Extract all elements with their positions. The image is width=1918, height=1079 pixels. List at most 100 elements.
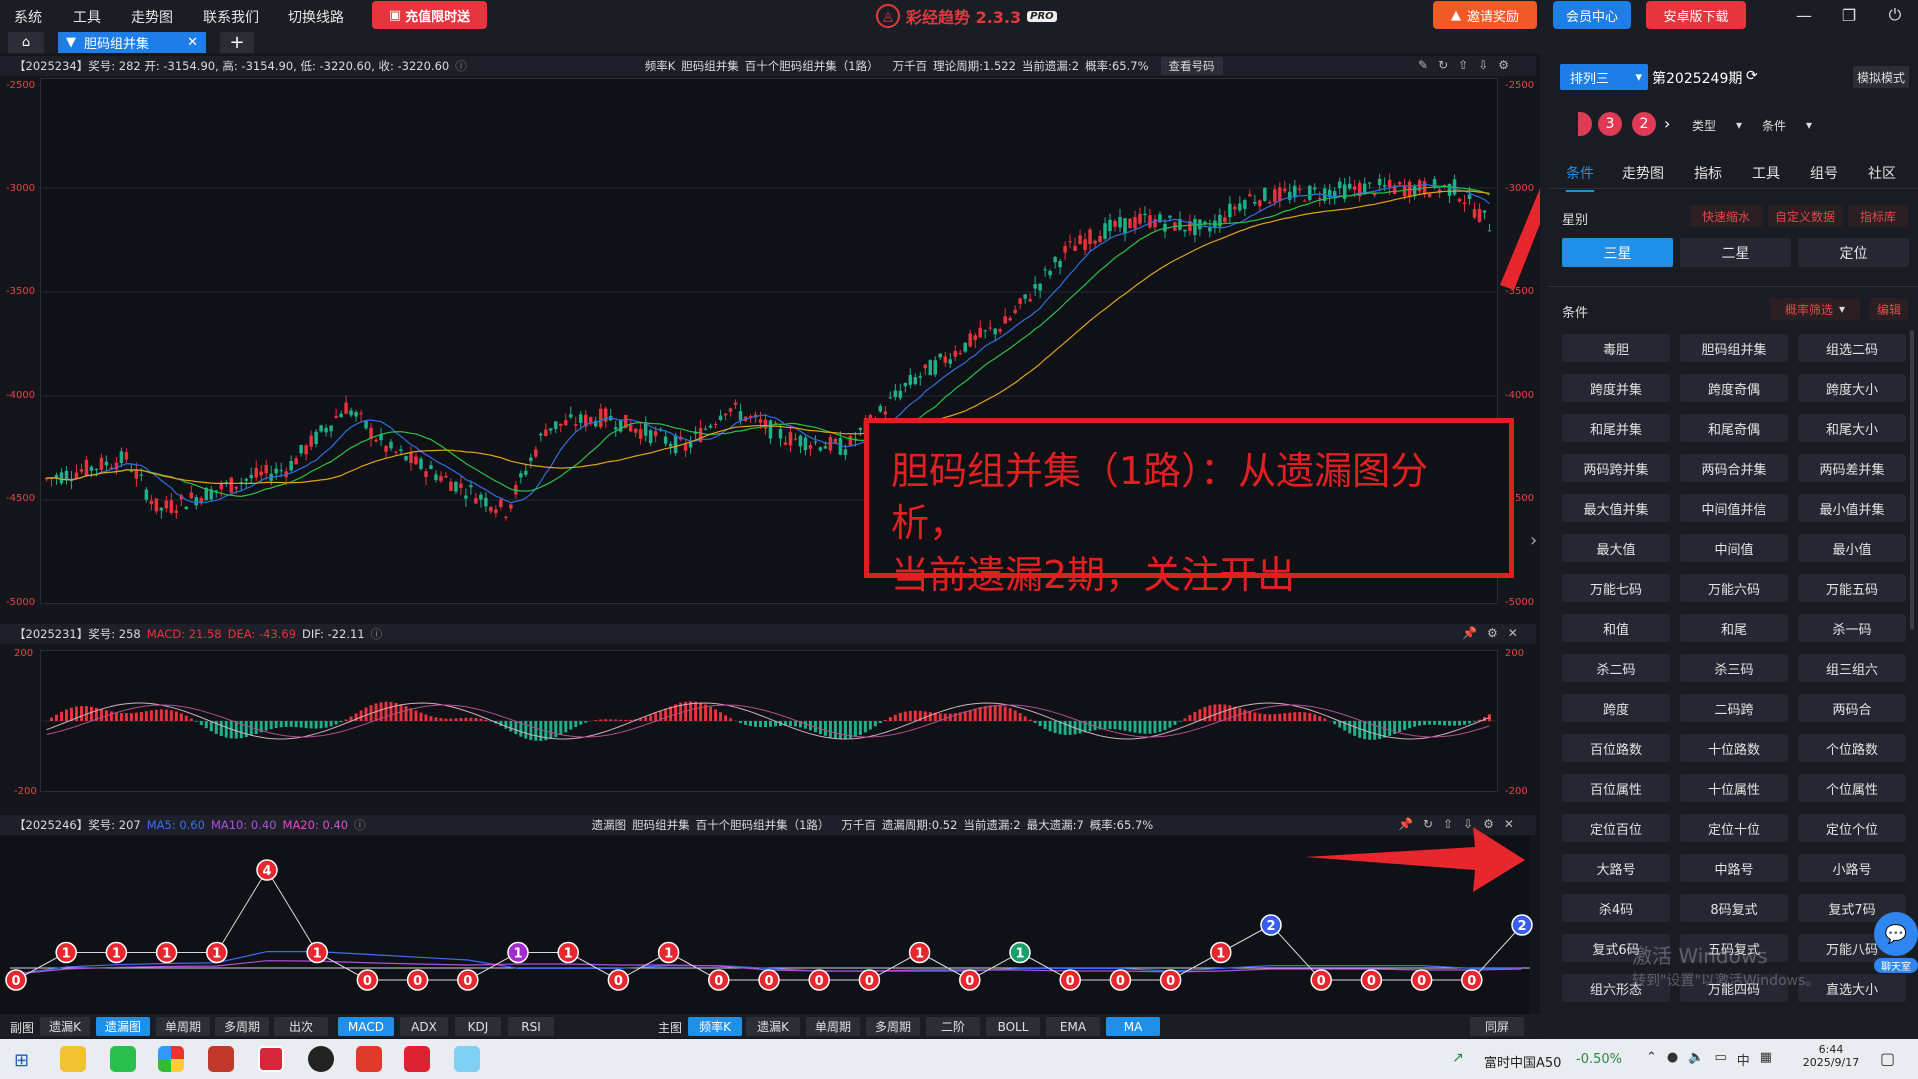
condition-button[interactable]: 跨度 bbox=[1562, 694, 1670, 722]
prob-filter-dropdown[interactable]: 概率筛选 ▾ bbox=[1770, 298, 1860, 320]
condition-button[interactable]: 杀一码 bbox=[1798, 614, 1906, 642]
condition-button[interactable]: 最小值 bbox=[1798, 534, 1906, 562]
network-icon[interactable]: ▭ bbox=[1714, 1050, 1726, 1069]
subchart-btn-0[interactable]: 遗漏K bbox=[40, 1017, 90, 1036]
condition-button[interactable]: 二码跨 bbox=[1680, 694, 1788, 722]
condition-button[interactable]: 跨度并集 bbox=[1562, 374, 1670, 402]
condition-button[interactable]: 杀三码 bbox=[1680, 654, 1788, 682]
condition-button[interactable]: 万能六码 bbox=[1680, 574, 1788, 602]
condition-button[interactable]: 最大值 bbox=[1562, 534, 1670, 562]
browser-icon[interactable] bbox=[158, 1046, 184, 1072]
sim-mode-button[interactable]: 模拟模式 bbox=[1853, 66, 1909, 88]
subchart-btn-8[interactable]: RSI bbox=[508, 1017, 554, 1036]
condition-button[interactable]: 胆码组并集 bbox=[1680, 334, 1788, 362]
qq-icon[interactable] bbox=[308, 1046, 334, 1072]
mainchart-btn-0[interactable]: 频率K bbox=[688, 1017, 742, 1036]
condition-button[interactable]: 百位属性 bbox=[1562, 774, 1670, 802]
condition-button[interactable]: 和值 bbox=[1562, 614, 1670, 642]
file-explorer-icon[interactable] bbox=[60, 1046, 86, 1072]
mainchart-btn-3[interactable]: 多周期 bbox=[866, 1017, 920, 1036]
mainchart-btn-1[interactable]: 遗漏K bbox=[746, 1017, 800, 1036]
condition-button[interactable]: 两码跨并集 bbox=[1562, 454, 1670, 482]
condition-button[interactable]: 毒胆 bbox=[1562, 334, 1670, 362]
right-tab-2[interactable]: 指标 bbox=[1694, 163, 1722, 183]
star-position-button[interactable]: 定位 bbox=[1798, 238, 1909, 267]
right-tab-5[interactable]: 社区 bbox=[1868, 163, 1896, 183]
maximize-icon[interactable]: ❐ bbox=[1830, 2, 1868, 28]
condition-button[interactable]: 定位百位 bbox=[1562, 814, 1670, 842]
wechat-tray-icon[interactable]: ● bbox=[1667, 1050, 1678, 1069]
condition-button[interactable]: 跨度奇偶 bbox=[1680, 374, 1788, 402]
subchart-btn-3[interactable]: 多周期 bbox=[215, 1017, 269, 1036]
wechat-icon[interactable] bbox=[110, 1046, 136, 1072]
condition-button[interactable]: 组三组六 bbox=[1798, 654, 1906, 682]
right-tab-3[interactable]: 工具 bbox=[1752, 163, 1780, 183]
subchart-btn-1[interactable]: 遗漏图 bbox=[96, 1017, 150, 1036]
wps-office-icon[interactable] bbox=[356, 1046, 382, 1072]
android-download-button[interactable]: 安卓版下载 bbox=[1646, 1, 1746, 29]
condition-button[interactable]: 组选二码 bbox=[1798, 334, 1906, 362]
ime-indicator[interactable]: 中 bbox=[1737, 1050, 1750, 1069]
condition-filter[interactable]: 条件 ▾ bbox=[1752, 114, 1822, 136]
chevron-up-icon[interactable]: ⌃ bbox=[1646, 1050, 1657, 1069]
condition-button[interactable]: 个位属性 bbox=[1798, 774, 1906, 802]
subchart-btn-7[interactable]: KDJ bbox=[455, 1017, 501, 1036]
indicator-lib-link[interactable]: 指标库 bbox=[1848, 205, 1908, 227]
right-tab-0[interactable]: 条件 bbox=[1566, 163, 1594, 192]
condition-button[interactable]: 和尾并集 bbox=[1562, 414, 1670, 442]
scrollbar[interactable] bbox=[1910, 330, 1914, 630]
condition-button[interactable]: 杀二码 bbox=[1562, 654, 1670, 682]
condition-button[interactable]: 两码差并集 bbox=[1798, 454, 1906, 482]
condition-button[interactable]: 和尾奇偶 bbox=[1680, 414, 1788, 442]
subchart-btn-4[interactable]: 出次 bbox=[274, 1017, 328, 1036]
app-icon[interactable] bbox=[404, 1046, 430, 1072]
quick-shrink-link[interactable]: 快速缩水 bbox=[1690, 205, 1762, 227]
subchart-btn-5[interactable]: MACD bbox=[338, 1017, 394, 1036]
condition-button[interactable]: 万能五码 bbox=[1798, 574, 1906, 602]
subchart-btn-2[interactable]: 单周期 bbox=[156, 1017, 210, 1036]
lottery-dropdown[interactable]: 排列三 ▾ bbox=[1560, 64, 1648, 90]
condition-button[interactable]: 两码合 bbox=[1798, 694, 1906, 722]
minimize-icon[interactable]: — bbox=[1785, 2, 1823, 28]
condition-button[interactable]: 百位路数 bbox=[1562, 734, 1670, 762]
right-tab-4[interactable]: 组号 bbox=[1810, 163, 1838, 183]
mainchart-btn-4[interactable]: 二阶 bbox=[926, 1017, 980, 1036]
condition-button[interactable]: 最小值并集 bbox=[1798, 494, 1906, 522]
condition-button[interactable]: 中路号 bbox=[1680, 854, 1788, 882]
same-screen-button[interactable]: 同屏 bbox=[1470, 1017, 1524, 1036]
subchart-btn-6[interactable]: ADX bbox=[400, 1017, 448, 1036]
condition-button[interactable]: 定位十位 bbox=[1680, 814, 1788, 842]
app-taskbar-icon[interactable] bbox=[258, 1046, 284, 1072]
mainchart-btn-7[interactable]: MA bbox=[1106, 1017, 1160, 1036]
power-icon[interactable]: ⏻ bbox=[1876, 2, 1914, 28]
refresh-icon[interactable]: ⟳ bbox=[1746, 68, 1758, 84]
condition-button[interactable]: 定位个位 bbox=[1798, 814, 1906, 842]
condition-button[interactable]: 杀4码 bbox=[1562, 894, 1670, 922]
stock-name[interactable]: 富时中国A50 bbox=[1484, 1052, 1561, 1071]
condition-button[interactable]: 小路号 bbox=[1798, 854, 1906, 882]
condition-button[interactable]: 十位属性 bbox=[1680, 774, 1788, 802]
condition-button[interactable]: 个位路数 bbox=[1798, 734, 1906, 762]
star-two-button[interactable]: 二星 bbox=[1680, 238, 1791, 267]
keyboard-icon[interactable]: ▦ bbox=[1760, 1050, 1772, 1069]
chevron-right-icon[interactable]: › bbox=[1664, 114, 1670, 133]
member-center-button[interactable]: 会员中心 bbox=[1553, 1, 1631, 29]
condition-button[interactable]: 和尾大小 bbox=[1798, 414, 1906, 442]
wps-icon[interactable] bbox=[208, 1046, 234, 1072]
condition-button[interactable]: 十位路数 bbox=[1680, 734, 1788, 762]
edit-link[interactable]: 编辑 bbox=[1870, 298, 1908, 320]
mainchart-btn-6[interactable]: EMA bbox=[1046, 1017, 1100, 1036]
custom-data-link[interactable]: 自定义数据 bbox=[1768, 205, 1842, 227]
condition-button[interactable]: 中间值 bbox=[1680, 534, 1788, 562]
chat-widget[interactable]: 💬 聊天室 bbox=[1874, 912, 1918, 974]
mainchart-btn-5[interactable]: BOLL bbox=[986, 1017, 1040, 1036]
windows-start-icon[interactable]: ⊞ bbox=[14, 1050, 29, 1071]
star-three-button[interactable]: 三星 bbox=[1562, 238, 1673, 267]
volume-icon[interactable]: 🔈 bbox=[1688, 1050, 1704, 1069]
mainchart-btn-2[interactable]: 单周期 bbox=[806, 1017, 860, 1036]
condition-button[interactable]: 两码合并集 bbox=[1680, 454, 1788, 482]
condition-button[interactable]: 中间值并信 bbox=[1680, 494, 1788, 522]
condition-button[interactable]: 跨度大小 bbox=[1798, 374, 1906, 402]
right-tab-1[interactable]: 走势图 bbox=[1622, 163, 1664, 183]
notification-icon[interactable]: ▢ bbox=[1880, 1049, 1895, 1068]
